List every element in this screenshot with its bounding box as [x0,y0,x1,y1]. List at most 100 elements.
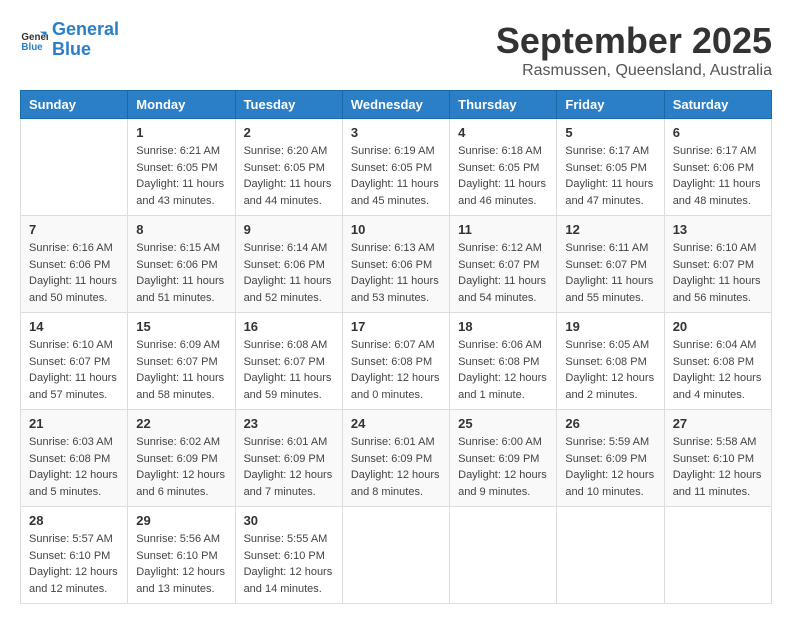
daylight-text: Daylight: 11 hours and 50 minutes. [29,275,117,304]
daylight-text: Daylight: 12 hours and 2 minutes. [565,372,654,401]
day-number: 5 [565,125,655,140]
sunrise-text: Sunrise: 6:06 AM [458,339,542,351]
table-row: 3 Sunrise: 6:19 AM Sunset: 6:05 PM Dayli… [342,119,449,216]
day-number: 22 [136,416,226,431]
table-row [342,507,449,604]
day-number: 17 [351,319,441,334]
day-info: Sunrise: 6:02 AM Sunset: 6:09 PM Dayligh… [136,434,226,500]
daylight-text: Daylight: 12 hours and 10 minutes. [565,469,654,498]
day-info: Sunrise: 5:56 AM Sunset: 6:10 PM Dayligh… [136,531,226,597]
daylight-text: Daylight: 11 hours and 45 minutes. [351,178,439,207]
day-info: Sunrise: 6:08 AM Sunset: 6:07 PM Dayligh… [244,337,334,403]
daylight-text: Daylight: 12 hours and 6 minutes. [136,469,225,498]
table-row: 26 Sunrise: 5:59 AM Sunset: 6:09 PM Dayl… [557,410,664,507]
day-number: 28 [29,513,119,528]
day-number: 16 [244,319,334,334]
sunrise-text: Sunrise: 6:07 AM [351,339,435,351]
sunset-text: Sunset: 6:06 PM [351,259,432,271]
sunrise-text: Sunrise: 5:56 AM [136,533,220,545]
day-number: 10 [351,222,441,237]
table-row: 14 Sunrise: 6:10 AM Sunset: 6:07 PM Dayl… [21,313,128,410]
sunset-text: Sunset: 6:08 PM [29,453,110,465]
day-info: Sunrise: 6:01 AM Sunset: 6:09 PM Dayligh… [351,434,441,500]
sunset-text: Sunset: 6:08 PM [673,356,754,368]
day-number: 23 [244,416,334,431]
sunset-text: Sunset: 6:09 PM [565,453,646,465]
day-number: 19 [565,319,655,334]
col-thursday: Thursday [450,91,557,119]
sunrise-text: Sunrise: 6:18 AM [458,145,542,157]
logo-blue: Blue [52,39,91,59]
logo-icon: General Blue [20,26,48,54]
col-tuesday: Tuesday [235,91,342,119]
day-info: Sunrise: 6:14 AM Sunset: 6:06 PM Dayligh… [244,240,334,306]
table-row: 27 Sunrise: 5:58 AM Sunset: 6:10 PM Dayl… [664,410,771,507]
daylight-text: Daylight: 11 hours and 56 minutes. [673,275,761,304]
sunset-text: Sunset: 6:09 PM [244,453,325,465]
daylight-text: Daylight: 12 hours and 5 minutes. [29,469,118,498]
table-row: 15 Sunrise: 6:09 AM Sunset: 6:07 PM Dayl… [128,313,235,410]
day-number: 27 [673,416,763,431]
col-friday: Friday [557,91,664,119]
daylight-text: Daylight: 11 hours and 55 minutes. [565,275,653,304]
sunset-text: Sunset: 6:10 PM [29,550,110,562]
day-number: 6 [673,125,763,140]
daylight-text: Daylight: 12 hours and 4 minutes. [673,372,762,401]
day-info: Sunrise: 6:10 AM Sunset: 6:07 PM Dayligh… [29,337,119,403]
day-info: Sunrise: 6:03 AM Sunset: 6:08 PM Dayligh… [29,434,119,500]
day-info: Sunrise: 6:17 AM Sunset: 6:06 PM Dayligh… [673,143,763,209]
day-number: 3 [351,125,441,140]
sunrise-text: Sunrise: 6:20 AM [244,145,328,157]
sunrise-text: Sunrise: 6:00 AM [458,436,542,448]
table-row: 1 Sunrise: 6:21 AM Sunset: 6:05 PM Dayli… [128,119,235,216]
col-saturday: Saturday [664,91,771,119]
daylight-text: Daylight: 11 hours and 57 minutes. [29,372,117,401]
day-info: Sunrise: 6:00 AM Sunset: 6:09 PM Dayligh… [458,434,548,500]
logo-text: General Blue [52,20,119,60]
table-row: 24 Sunrise: 6:01 AM Sunset: 6:09 PM Dayl… [342,410,449,507]
sunset-text: Sunset: 6:05 PM [565,162,646,174]
sunset-text: Sunset: 6:07 PM [458,259,539,271]
day-info: Sunrise: 6:17 AM Sunset: 6:05 PM Dayligh… [565,143,655,209]
table-row: 20 Sunrise: 6:04 AM Sunset: 6:08 PM Dayl… [664,313,771,410]
calendar-week-row: 1 Sunrise: 6:21 AM Sunset: 6:05 PM Dayli… [21,119,772,216]
table-row: 12 Sunrise: 6:11 AM Sunset: 6:07 PM Dayl… [557,216,664,313]
daylight-text: Daylight: 12 hours and 14 minutes. [244,566,333,595]
day-number: 7 [29,222,119,237]
sunset-text: Sunset: 6:10 PM [136,550,217,562]
day-info: Sunrise: 6:15 AM Sunset: 6:06 PM Dayligh… [136,240,226,306]
calendar-week-row: 21 Sunrise: 6:03 AM Sunset: 6:08 PM Dayl… [21,410,772,507]
day-info: Sunrise: 5:57 AM Sunset: 6:10 PM Dayligh… [29,531,119,597]
sunset-text: Sunset: 6:07 PM [565,259,646,271]
sunset-text: Sunset: 6:05 PM [458,162,539,174]
day-info: Sunrise: 6:20 AM Sunset: 6:05 PM Dayligh… [244,143,334,209]
sunset-text: Sunset: 6:08 PM [458,356,539,368]
day-info: Sunrise: 6:11 AM Sunset: 6:07 PM Dayligh… [565,240,655,306]
sunrise-text: Sunrise: 6:02 AM [136,436,220,448]
sunrise-text: Sunrise: 6:11 AM [565,242,648,254]
day-info: Sunrise: 6:01 AM Sunset: 6:09 PM Dayligh… [244,434,334,500]
day-info: Sunrise: 6:18 AM Sunset: 6:05 PM Dayligh… [458,143,548,209]
table-row [664,507,771,604]
day-number: 15 [136,319,226,334]
daylight-text: Daylight: 12 hours and 7 minutes. [244,469,333,498]
svg-text:Blue: Blue [21,42,43,53]
sunset-text: Sunset: 6:08 PM [351,356,432,368]
table-row: 22 Sunrise: 6:02 AM Sunset: 6:09 PM Dayl… [128,410,235,507]
day-number: 21 [29,416,119,431]
sunrise-text: Sunrise: 6:10 AM [673,242,757,254]
sunrise-text: Sunrise: 6:15 AM [136,242,220,254]
daylight-text: Daylight: 11 hours and 43 minutes. [136,178,224,207]
day-info: Sunrise: 6:10 AM Sunset: 6:07 PM Dayligh… [673,240,763,306]
sunset-text: Sunset: 6:07 PM [244,356,325,368]
sunrise-text: Sunrise: 6:13 AM [351,242,435,254]
day-info: Sunrise: 5:55 AM Sunset: 6:10 PM Dayligh… [244,531,334,597]
sunrise-text: Sunrise: 6:12 AM [458,242,542,254]
day-number: 30 [244,513,334,528]
table-row: 28 Sunrise: 5:57 AM Sunset: 6:10 PM Dayl… [21,507,128,604]
logo: General Blue General Blue [20,20,119,60]
table-row: 4 Sunrise: 6:18 AM Sunset: 6:05 PM Dayli… [450,119,557,216]
day-number: 2 [244,125,334,140]
daylight-text: Daylight: 12 hours and 1 minute. [458,372,547,401]
col-monday: Monday [128,91,235,119]
